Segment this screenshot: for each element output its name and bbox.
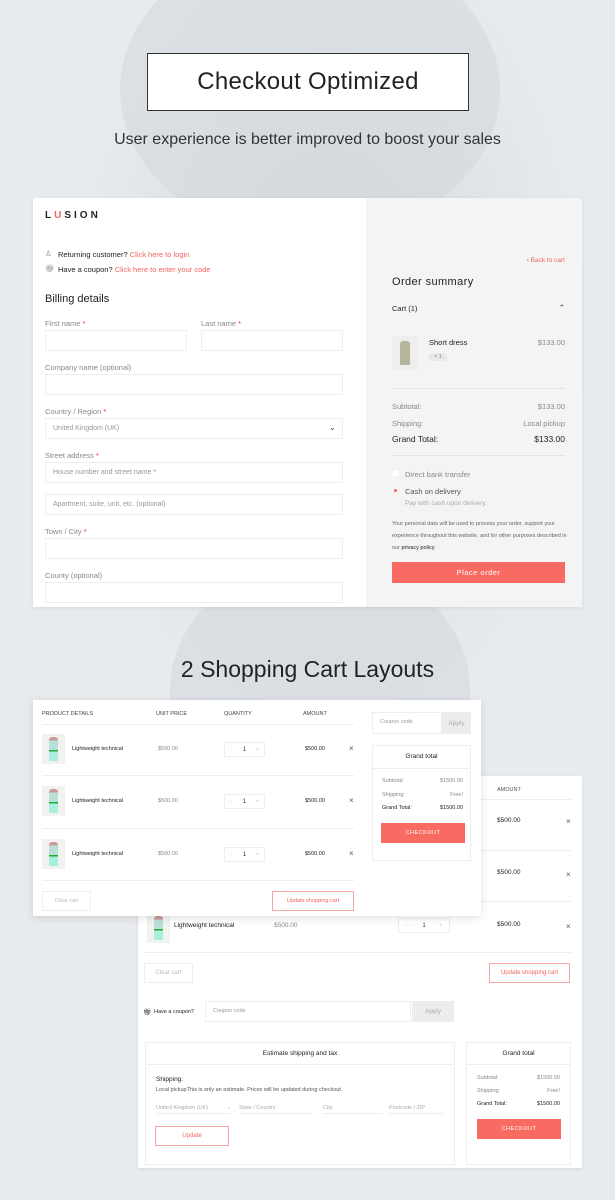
last-name-label: Last name xyxy=(201,319,237,328)
first-name-input[interactable] xyxy=(45,330,187,351)
chevron-down-icon: ⌄ xyxy=(329,423,336,432)
city-input[interactable]: City xyxy=(323,1105,383,1114)
shipping-value: Local pickup xyxy=(523,419,565,428)
subtotal-value: $133.00 xyxy=(537,402,565,411)
checkout-button[interactable]: CHECKOUT xyxy=(381,823,465,843)
remove-icon[interactable]: × xyxy=(566,817,571,826)
billing-title: Billing details xyxy=(45,293,110,305)
coupon-input[interactable]: Coupon code xyxy=(205,1001,411,1022)
chevron-up-icon[interactable]: ⌃ xyxy=(559,303,565,312)
grand-total-value: $133.00 xyxy=(534,434,565,444)
remove-icon[interactable]: × xyxy=(566,922,571,931)
town-input[interactable] xyxy=(45,538,343,559)
company-label: Company name (optional) xyxy=(45,363,132,372)
quantity-stepper[interactable]: −1 + xyxy=(224,794,265,809)
cart-count: Cart (1) xyxy=(392,304,418,313)
order-summary-title: Order summary xyxy=(392,276,474,288)
hero-title: Checkout Optimized xyxy=(147,53,469,111)
login-link[interactable]: Click here to login xyxy=(130,250,190,259)
user-icon: ♙ xyxy=(45,249,52,258)
quantity-stepper[interactable]: −1 + xyxy=(224,847,265,862)
item-price: $133.00 xyxy=(537,338,565,347)
county-input[interactable] xyxy=(45,582,343,603)
order-summary: ‹ Back to cart Order summary Cart (1) ⌃ … xyxy=(366,198,582,607)
country-label: Country / Region xyxy=(45,407,102,416)
section-title: 2 Shopping Cart Layouts xyxy=(180,656,435,682)
country-select[interactable]: United Kingdom (UK) ⌄ xyxy=(45,418,343,439)
clear-cart-button[interactable]: Clear cart xyxy=(144,963,193,983)
item-qty: × 1 xyxy=(429,353,447,361)
town-label: Town / City xyxy=(45,527,82,536)
logo: LUSION xyxy=(45,210,101,221)
street-input[interactable]: House number and street name * xyxy=(45,462,343,483)
country-select[interactable]: United Kingdom (UK) ⌄ xyxy=(156,1105,231,1114)
gift-icon: 🎁︎ xyxy=(143,1009,152,1016)
cart-layout-1: PRODUCT DETAILS UNIT PRICE QUANTITY AMOU… xyxy=(33,700,481,916)
hero-subtitle: User experience is better improved to bo… xyxy=(114,131,501,148)
coupon-input[interactable]: Coupon code xyxy=(372,712,442,734)
state-input[interactable]: State / Country xyxy=(239,1105,314,1114)
coupon-link[interactable]: Click here to enter your code xyxy=(115,265,211,274)
grand-total-box: Grand total Subtotal: $1500.00 Shipping: F… xyxy=(372,745,471,861)
county-label: County (optional) xyxy=(45,571,103,580)
apply-coupon-button[interactable]: Apply xyxy=(442,712,471,734)
gift-icon: 🎁︎ xyxy=(45,264,55,273)
update-shipping-button[interactable]: Update xyxy=(155,1126,229,1146)
remove-icon[interactable]: × xyxy=(349,849,354,858)
place-order-button[interactable]: Place order xyxy=(392,562,565,583)
apply-coupon-button[interactable]: Apply xyxy=(412,1001,454,1022)
amount-header: AMOUNT xyxy=(497,787,521,793)
update-cart-button[interactable]: Update shopping cart xyxy=(272,891,354,911)
privacy-policy-link[interactable]: privacy policy xyxy=(401,545,434,551)
first-name-label: First name xyxy=(45,319,81,328)
back-to-cart-link[interactable]: ‹ Back to cart xyxy=(527,257,565,264)
privacy-notice: Your personal data will be used to proce… xyxy=(392,521,567,551)
remove-icon[interactable]: × xyxy=(349,796,354,805)
update-cart-button[interactable]: Update shopping cart xyxy=(489,963,570,983)
bank-transfer-radio[interactable] xyxy=(392,470,399,477)
checkout-button[interactable]: CHECKOUT xyxy=(477,1119,561,1139)
product-thumbnail xyxy=(392,336,418,370)
estimate-shipping-box: Estimate shipping and tax Shipping: Loca… xyxy=(145,1042,455,1165)
returning-text: Returning customer? xyxy=(58,250,128,259)
zip-input[interactable]: Postcode / ZIP xyxy=(389,1105,444,1114)
item-name: Short dress xyxy=(429,338,468,347)
remove-icon[interactable]: × xyxy=(566,870,571,879)
quantity-stepper[interactable]: −1 + xyxy=(224,742,265,757)
quantity-stepper[interactable]: −1 + xyxy=(398,918,450,933)
company-input[interactable] xyxy=(45,374,343,395)
remove-icon[interactable]: × xyxy=(349,744,354,753)
billing-form: LUSION ♙ Returning customer? Click here … xyxy=(33,198,366,607)
clear-cart-button[interactable]: Clear cart xyxy=(42,891,91,911)
checkout-card: LUSION ♙ Returning customer? Click here … xyxy=(33,198,582,607)
grand-total-box: Grand total Subtotal: $1500.00 Shipping: F… xyxy=(466,1042,571,1165)
apartment-input[interactable]: Apartment, suite, unit, etc. (optional) xyxy=(45,494,343,515)
last-name-input[interactable] xyxy=(201,330,343,351)
coupon-text: Have a coupon? xyxy=(58,265,113,274)
cod-radio-selected[interactable] xyxy=(394,489,397,492)
product-thumbnail xyxy=(147,913,170,943)
street-label: Street address xyxy=(45,451,94,460)
